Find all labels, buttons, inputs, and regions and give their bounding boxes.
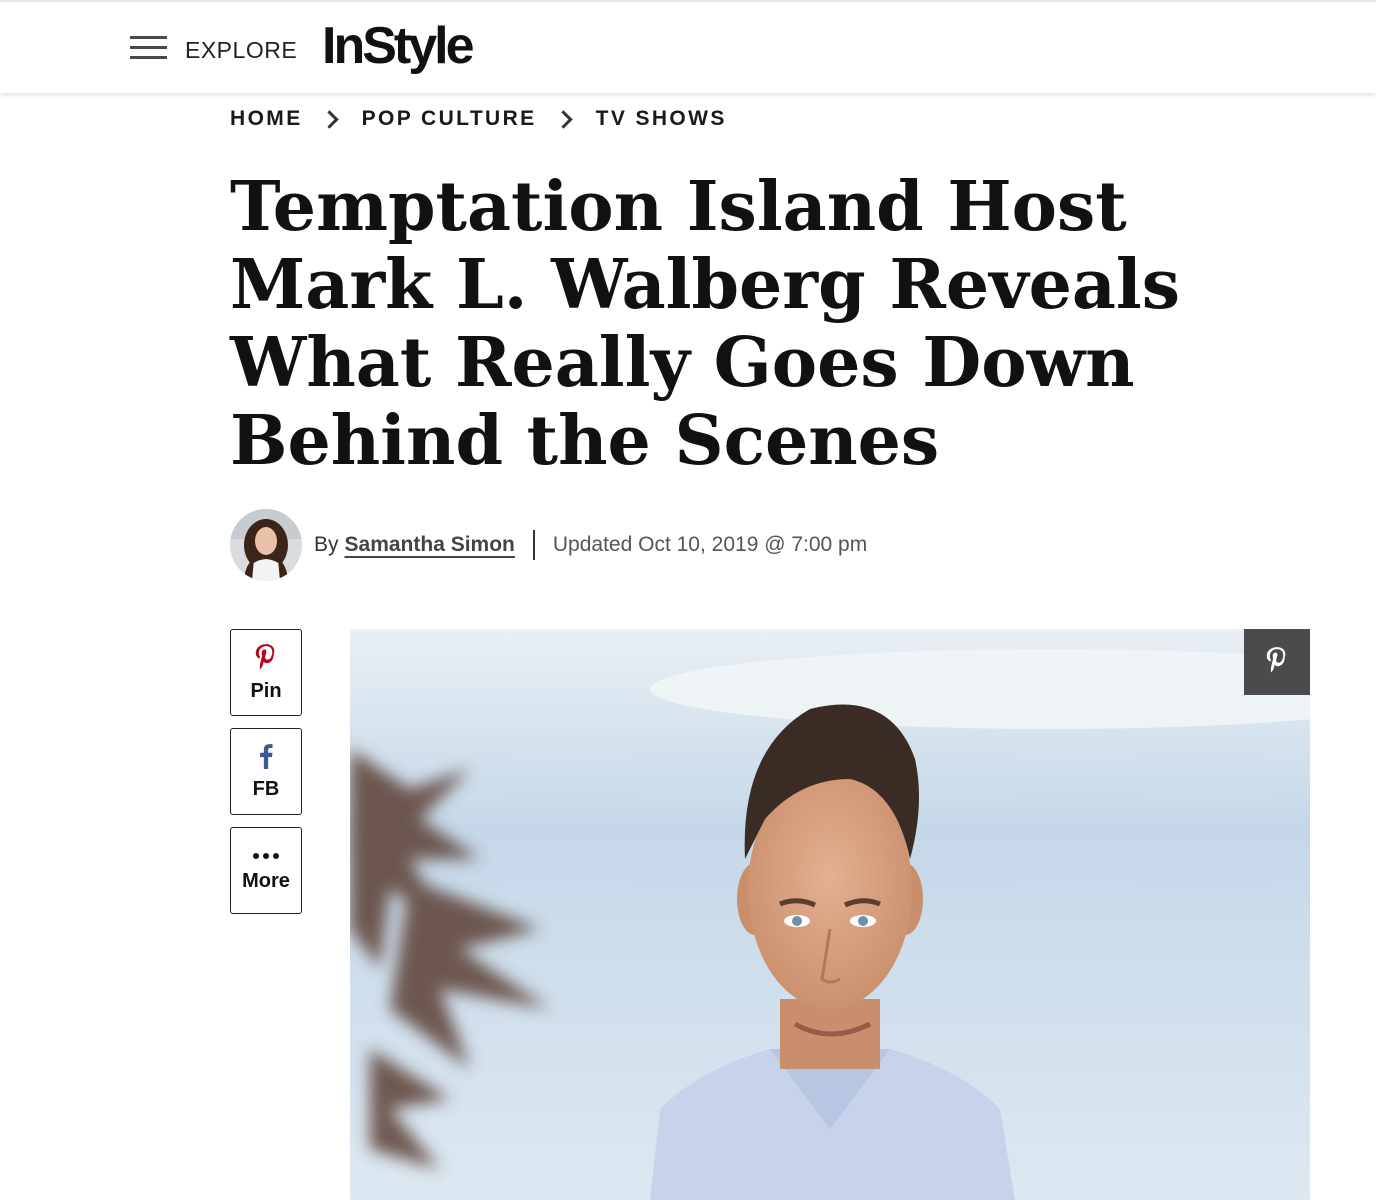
site-logo[interactable]: InStyle [322,16,474,76]
chevron-right-icon [319,109,339,129]
chevron-right-icon [553,109,573,129]
pin-share-button[interactable]: Pin [230,629,302,716]
author-avatar[interactable] [230,509,302,581]
byline: By Samantha Simon Updated Oct 10, 2019 @… [230,509,867,581]
fb-label: FB [252,777,280,800]
more-label: More [242,870,290,892]
pinterest-icon [1264,646,1290,679]
ellipsis-icon [252,848,280,866]
byline-divider [532,530,535,560]
image-pin-button[interactable] [1244,629,1310,695]
explore-button[interactable]: EXPLORE [185,37,297,64]
updated-date: Updated Oct 10, 2019 @ 7:00 pm [552,533,868,556]
breadcrumb-tv-shows[interactable]: TV SHOWS [596,107,727,131]
facebook-share-button[interactable]: FB [230,728,302,815]
breadcrumb-home[interactable]: HOME [230,107,303,131]
breadcrumb: HOME POP CULTURE TV SHOWS [230,105,727,133]
site-header: EXPLORE InStyle [0,2,1376,93]
breadcrumb-pop-culture[interactable]: POP CULTURE [362,107,537,131]
author-link[interactable]: Samantha Simon [345,533,515,557]
hamburger-icon[interactable] [130,36,168,62]
pinterest-icon [253,643,279,676]
byline-prefix: By [314,533,339,556]
more-share-button[interactable]: More [230,827,302,914]
article-headline: Temptation Island Host Mark L. Walberg R… [230,167,1181,481]
pin-label: Pin [250,679,282,702]
hero-image[interactable] [350,629,1310,1200]
facebook-icon [258,743,274,774]
